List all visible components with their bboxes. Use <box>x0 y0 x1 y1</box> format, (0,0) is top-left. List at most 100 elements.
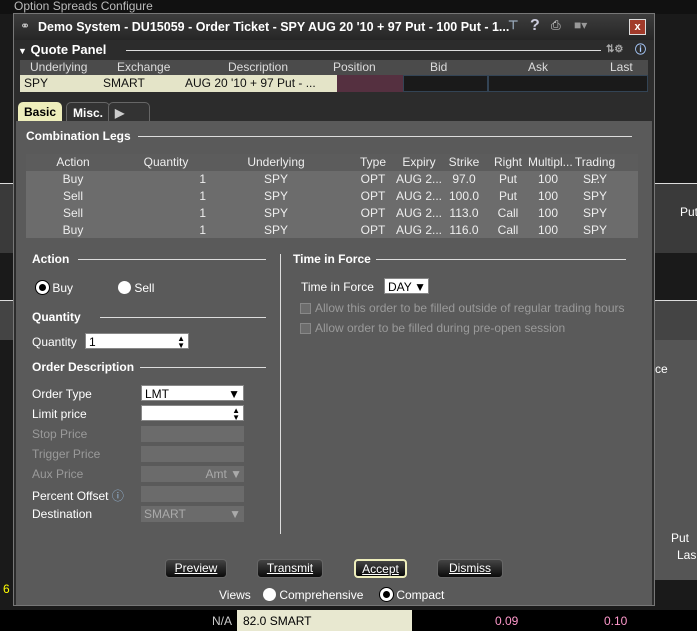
table-row[interactable]: Buy 1 SPY OPT AUG 2... 116.0 Call 100 SPY <box>26 222 638 239</box>
table-cell: Put <box>498 172 517 186</box>
order-type-select[interactable]: LMT ▼ <box>141 385 244 401</box>
comprehensive-radio[interactable]: Comprehensive <box>263 588 363 602</box>
ask-cell: 0.10 <box>604 614 628 628</box>
close-button[interactable]: x <box>629 19 646 35</box>
table-row[interactable]: Sell 1 SPY OPT AUG 2... 113.0 Call 100 SPY <box>26 205 638 222</box>
bg-text: ce <box>655 362 668 376</box>
column-header: Multipl... <box>528 155 573 169</box>
combination-legs-table: Action Quantity Underlying Type Expiry Strike… <box>26 154 638 238</box>
quote-ask-last <box>488 75 648 92</box>
pre-open-checkbox[interactable] <box>300 323 311 334</box>
table-cell: 1 <box>199 172 206 186</box>
tab-more[interactable]: ▶ <box>108 102 150 122</box>
pin-icon[interactable]: ⊤ <box>508 18 518 32</box>
table-cell: AUG 2... <box>395 189 442 203</box>
table-row[interactable]: Buy 1 SPY OPT AUG 2... 97.0 Put 100 SPY <box>26 171 638 188</box>
bid-cell: 0.09 <box>495 614 519 628</box>
quantity-stepper[interactable]: 1 ▲ ▼ <box>85 333 189 350</box>
tab-basic[interactable]: Basic <box>18 102 63 122</box>
quote-underlying: SPY <box>24 76 49 90</box>
col-position: Position <box>333 60 376 74</box>
na-text: N/A <box>212 614 233 628</box>
trigger-price-input <box>141 446 244 462</box>
aux-price-input: Amt ▼ <box>141 466 244 482</box>
table-cell: Buy <box>62 223 84 237</box>
link-icon: ⚭ <box>20 19 31 33</box>
quote-columns: Underlying Exchange Description Position… <box>20 60 648 75</box>
description-cell: 82.0 SMART <box>237 610 412 631</box>
bg-value: 6 <box>3 582 10 596</box>
compact-radio[interactable]: Compact <box>380 588 444 602</box>
table-cell: AUG 2... <box>395 206 442 220</box>
bg-put-label: Put <box>671 531 690 545</box>
quote-panel: ▼ Quote Panel ⇅⚙ ⓘ Underlying Exchange D… <box>18 43 650 93</box>
col-last: Last <box>610 60 633 74</box>
outside-rth-checkbox[interactable] <box>300 303 311 314</box>
panel-tools-icon[interactable]: ⇅⚙ <box>606 43 623 57</box>
stop-price-input <box>141 426 244 442</box>
destination-select: SMART ▼ <box>141 506 244 522</box>
tif-title: Time in Force <box>293 252 371 266</box>
bg-put-label: Put <box>680 205 697 219</box>
tools-dropdown-icon[interactable]: ■▾ <box>574 18 587 32</box>
limit-price-input[interactable]: ▲ ▼ <box>141 405 244 422</box>
quantity-title: Quantity <box>32 310 81 324</box>
table-cell: OPT <box>360 206 386 220</box>
accept-button[interactable]: Accept <box>354 559 407 578</box>
column-header: Right <box>494 155 523 169</box>
quantity-label: Quantity <box>32 335 77 349</box>
column-header: Quantity <box>143 155 189 169</box>
column-header: Action <box>56 155 90 169</box>
table-cell: Call <box>497 206 519 220</box>
table-cell: SPY <box>582 189 607 203</box>
aux-price-label: Aux Price <box>32 467 84 481</box>
tif-label: Time in Force <box>301 280 374 294</box>
bottom-quote-row: N/A 82.0 SMART 0.09 0.10 <box>0 610 697 631</box>
dismiss-button[interactable]: Dismiss <box>437 559 503 578</box>
help-icon[interactable]: ? <box>530 17 540 35</box>
order-ticket-window: Demo System - DU15059 - Order Ticket - S… <box>13 13 655 606</box>
bg-last-label: Las <box>677 548 697 562</box>
app-menu-bar[interactable]: Option Spreads Configure <box>0 0 697 14</box>
table-cell: SPY <box>263 206 288 220</box>
column-header: Underlying <box>247 155 305 169</box>
limit-price-label: Limit price <box>32 407 87 421</box>
legs-title: Combination Legs <box>26 129 131 143</box>
transmit-button[interactable]: Transmit <box>257 559 323 578</box>
table-cell: OPT <box>360 189 386 203</box>
col-exchange: Exchange <box>117 60 171 74</box>
table-cell: 1 <box>199 189 206 203</box>
table-cell: AUG 2... <box>395 172 442 186</box>
quote-description: AUG 20 '10 + 97 Put - ... <box>185 76 316 90</box>
table-cell: 1 <box>199 223 206 237</box>
column-header: Strike <box>448 155 480 169</box>
table-cell: Sell <box>62 189 83 203</box>
table-cell: SPY <box>582 206 607 220</box>
col-description: Description <box>228 60 289 74</box>
percent-offset-input <box>141 486 244 502</box>
quote-exchange: SMART <box>103 76 145 90</box>
info-icon[interactable]: ⓘ <box>112 489 124 503</box>
tab-misc[interactable]: Misc. <box>66 102 111 122</box>
order-description-title: Order Description <box>32 360 135 374</box>
table-cell: SPY <box>263 172 288 186</box>
table-cell: SPY <box>263 189 288 203</box>
buy-radio[interactable]: Buy <box>36 281 73 295</box>
table-cell: 116.0 <box>449 223 479 237</box>
quote-row[interactable]: SPY SMART AUG 20 '10 + 97 Put - ... <box>20 75 648 92</box>
sell-radio[interactable]: Sell <box>118 281 154 295</box>
quote-panel-title: Quote Panel <box>30 42 107 57</box>
table-cell: OPT <box>360 172 386 186</box>
table-cell: Call <box>497 223 519 237</box>
destination-label: Destination <box>32 507 93 521</box>
tif-select[interactable]: DAY ▼ <box>384 278 429 294</box>
help-icon[interactable]: ⓘ <box>635 43 646 57</box>
print-icon[interactable]: ⎙ <box>551 18 561 33</box>
table-cell: Buy <box>62 172 84 186</box>
table-row[interactable]: Sell 1 SPY OPT AUG 2... 100.0 Put 100 SPY <box>26 188 638 205</box>
collapse-icon[interactable]: ▼ <box>18 46 27 56</box>
quote-panel-header[interactable]: ▼ Quote Panel ⇅⚙ ⓘ <box>18 43 650 58</box>
preview-button[interactable]: Preview <box>165 559 227 578</box>
window-title: Demo System - DU15059 - Order Ticket - S… <box>38 20 510 34</box>
table-cell: SPY <box>263 223 288 237</box>
